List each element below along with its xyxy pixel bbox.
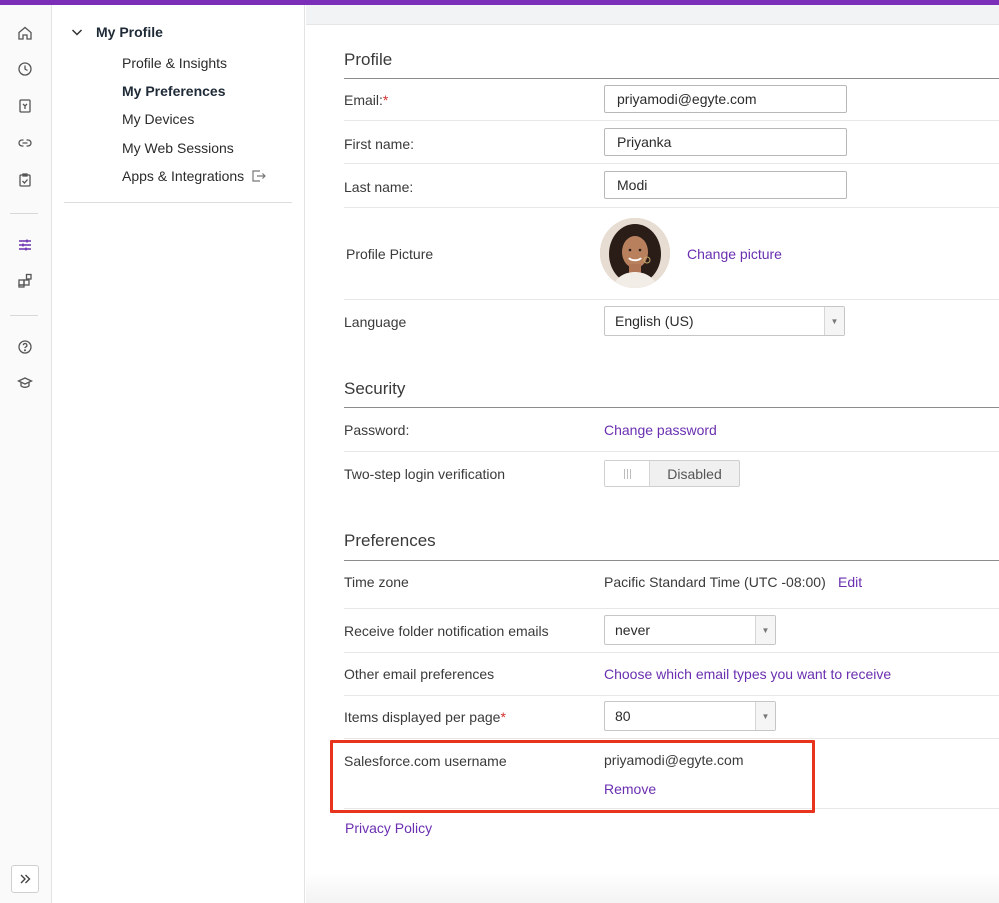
language-label: Language — [344, 314, 407, 330]
folder-notification-value: never — [615, 622, 651, 638]
language-value: English (US) — [615, 313, 694, 329]
timezone-label: Time zone — [344, 574, 409, 590]
clipboard-check-icon[interactable] — [13, 168, 37, 192]
last-name-label: Last name: — [344, 179, 414, 195]
row-divider — [344, 695, 999, 696]
row-divider — [344, 451, 999, 452]
row-divider — [344, 120, 999, 121]
home-icon[interactable] — [13, 21, 37, 45]
change-password-link[interactable]: Change password — [604, 422, 717, 438]
email-field[interactable] — [604, 85, 847, 113]
icon-rail — [0, 5, 52, 903]
first-name-label: First name: — [344, 136, 415, 152]
row-divider — [344, 652, 999, 653]
items-per-page-value: 80 — [615, 708, 631, 724]
nav-item-my-web-sessions[interactable]: My Web Sessions — [122, 140, 234, 156]
toggle-state: Disabled — [667, 465, 722, 482]
privacy-policy-link[interactable]: Privacy Policy — [345, 820, 432, 836]
caret-down-icon: ▼ — [755, 702, 775, 730]
required-mark: * — [382, 92, 389, 108]
clock-icon[interactable] — [13, 57, 37, 81]
bottom-shadow — [306, 873, 999, 903]
nav-item-label: Profile & Insights — [122, 55, 228, 71]
folder-notification-label: Receive folder notification emails — [344, 623, 549, 639]
section-title-security: Security — [344, 379, 406, 398]
nav-item-profile-insights[interactable]: Profile & Insights — [122, 55, 227, 71]
row-divider — [344, 163, 999, 164]
salesforce-highlight-box — [330, 740, 815, 813]
first-name-field[interactable] — [604, 128, 847, 156]
chevron-down-icon — [70, 25, 84, 39]
nav-item-my-devices[interactable]: My Devices — [122, 111, 194, 127]
two-step-label: Two-step login verification — [344, 466, 506, 482]
row-divider — [344, 608, 999, 609]
row-divider — [344, 738, 999, 739]
file-icon[interactable] — [13, 94, 37, 118]
rail-divider — [10, 315, 38, 316]
two-step-toggle[interactable]: Disabled — [604, 460, 740, 487]
sliders-icon[interactable] — [13, 233, 37, 257]
avatar — [600, 218, 670, 288]
expand-sidebar-button[interactable] — [11, 865, 39, 893]
double-chevron-right-icon — [20, 874, 31, 884]
change-picture-link[interactable]: Change picture — [687, 246, 782, 262]
section-title-preferences: Preferences — [344, 531, 436, 550]
nav-item-label: Apps & Integrations — [122, 168, 245, 184]
profile-picture-label: Profile Picture — [346, 246, 434, 262]
link-icon[interactable] — [13, 131, 37, 155]
nav-item-my-preferences[interactable]: My Preferences — [122, 83, 226, 99]
caret-down-icon: ▼ — [824, 307, 844, 335]
rail-divider — [10, 213, 38, 214]
nav-item-label: My Preferences — [122, 83, 226, 99]
required-mark: * — [500, 709, 506, 725]
nav-item-label: My Web Sessions — [122, 140, 234, 156]
nav-item-label: My Devices — [122, 111, 195, 127]
section-divider — [344, 407, 999, 408]
section-title-profile: Profile — [344, 50, 393, 69]
nav-divider — [64, 202, 292, 203]
apps-grid-icon[interactable] — [13, 269, 37, 293]
nav-group-title: My Profile — [96, 24, 163, 40]
timezone-edit-link[interactable]: Edit — [838, 574, 862, 590]
profile-nav: My Profile Profile & Insights My Prefere… — [52, 5, 305, 903]
nav-group-my-profile[interactable]: My Profile — [70, 24, 163, 40]
folder-notification-select[interactable]: never ▼ — [604, 615, 776, 645]
other-email-label: Other email preferences — [344, 666, 495, 682]
row-divider — [344, 207, 999, 208]
password-label: Password: — [344, 422, 410, 438]
email-types-link[interactable]: Choose which email types you want to rec… — [604, 666, 891, 682]
row-divider — [344, 299, 999, 300]
section-divider — [344, 78, 999, 79]
items-per-page-select[interactable]: 80 ▼ — [604, 701, 776, 731]
help-icon[interactable] — [13, 335, 37, 359]
timezone-value: Pacific Standard Time (UTC -08:00) — [604, 574, 826, 590]
external-link-icon — [252, 170, 267, 182]
caret-down-icon: ▼ — [755, 616, 775, 644]
panel-header-strip — [306, 5, 999, 25]
email-label: Email:* — [344, 92, 389, 108]
section-divider — [344, 560, 999, 561]
graduation-cap-icon[interactable] — [13, 371, 37, 395]
last-name-field[interactable] — [604, 171, 847, 199]
items-per-page-label: Items displayed per page* — [344, 709, 506, 725]
toggle-knob — [605, 461, 650, 486]
nav-item-apps-integrations[interactable]: Apps & Integrations — [122, 168, 267, 184]
language-select[interactable]: English (US) ▼ — [604, 306, 845, 336]
